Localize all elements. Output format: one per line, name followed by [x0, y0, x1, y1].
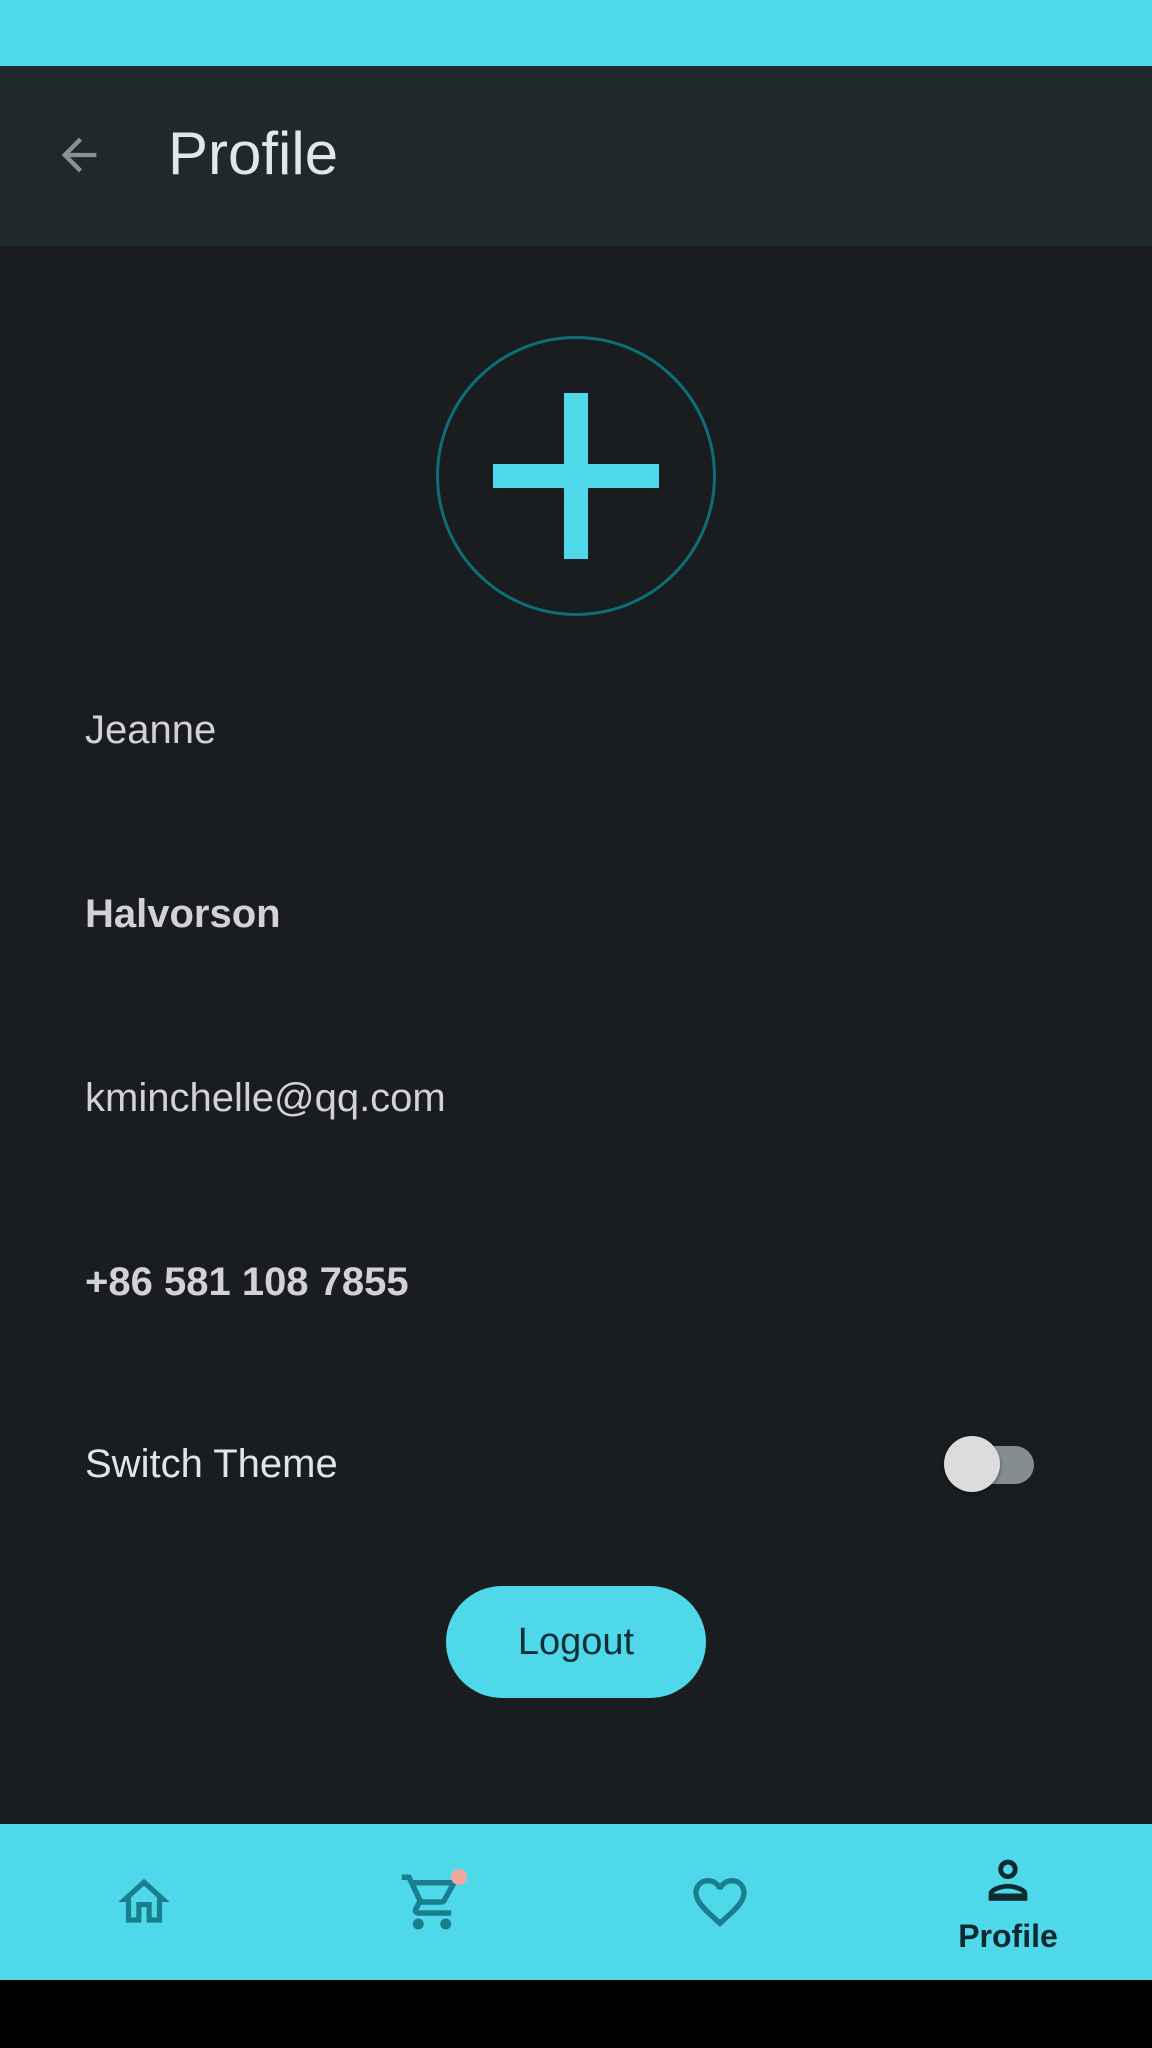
nav-cart[interactable]	[288, 1824, 576, 1980]
cart-badge	[451, 1869, 467, 1885]
phone-field[interactable]: +86 581 108 7855	[85, 1262, 409, 1302]
switch-theme-label: Switch Theme	[85, 1442, 338, 1486]
nav-favorites[interactable]	[576, 1824, 864, 1980]
page-title: Profile	[168, 120, 339, 187]
nav-profile[interactable]: Profile	[864, 1824, 1152, 1980]
add-avatar-button[interactable]	[436, 336, 716, 616]
toggle-thumb	[944, 1436, 1000, 1492]
back-button[interactable]	[40, 116, 118, 194]
last-name-field[interactable]: Halvorson	[85, 894, 281, 934]
heart-icon	[693, 1878, 747, 1927]
plus-icon	[493, 393, 659, 559]
bottom-navigation: Profile	[0, 1824, 1152, 1980]
arrow-left-icon	[61, 137, 97, 173]
status-bar	[0, 0, 1152, 66]
nav-home[interactable]	[0, 1824, 288, 1980]
app-bar: Profile	[0, 66, 1152, 246]
home-icon	[118, 1878, 170, 1923]
first-name-field[interactable]: Jeanne	[85, 710, 216, 750]
logout-button[interactable]: Logout	[446, 1586, 706, 1698]
nav-profile-label: Profile	[958, 1917, 1058, 1954]
cart-icon-wrapper	[399, 1869, 467, 1935]
email-field[interactable]: kminchelle@qq.com	[85, 1078, 446, 1118]
theme-toggle[interactable]	[944, 1436, 1040, 1492]
system-navigation-bar	[0, 1980, 1152, 2048]
person-icon	[988, 1859, 1028, 1901]
profile-content: Jeanne Halvorson kminchelle@qq.com +86 5…	[0, 246, 1152, 1824]
